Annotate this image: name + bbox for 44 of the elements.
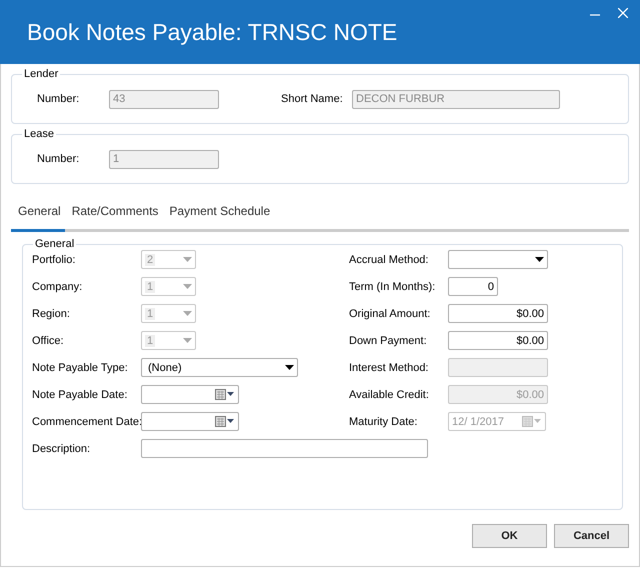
tab[interactable]: Rate/Comments <box>64 202 162 232</box>
tab[interactable]: Payment Schedule <box>162 202 274 232</box>
date-picker[interactable] <box>141 385 239 404</box>
field-label: Note Payable Date: <box>32 388 128 400</box>
caret-icon <box>535 257 544 262</box>
field-label: Description: <box>32 442 92 454</box>
field-label: Number: <box>37 93 80 105</box>
field-label: Available Credit: <box>349 388 430 400</box>
dropdown[interactable]: (None) <box>141 358 298 377</box>
group-title: Lender <box>22 68 60 80</box>
calendar-icon <box>522 416 542 427</box>
field-label: Maturity Date: <box>349 416 418 428</box>
group-title: Lease <box>22 128 56 140</box>
field-label: Note Payable Type: <box>32 362 129 374</box>
calendar-icon <box>215 389 235 400</box>
window-title: Book Notes Payable: TRNSC NOTE <box>27 18 398 46</box>
tab[interactable]: General <box>11 202 65 232</box>
date-picker[interactable] <box>141 412 239 431</box>
caret-icon <box>183 257 192 262</box>
field-label: Portfolio: <box>32 254 76 266</box>
field-label: Commencement Date: <box>32 416 141 428</box>
calendar-icon <box>215 416 235 427</box>
field-label: Region: <box>32 308 71 320</box>
input-field[interactable]: 0 <box>448 277 498 296</box>
input-field[interactable]: $0.00 <box>448 304 548 323</box>
field-label: Company: <box>32 280 84 292</box>
field-label: Office: <box>32 334 65 346</box>
caret-icon <box>183 284 192 289</box>
input-field[interactable]: $0.00 <box>448 331 548 350</box>
field-label: Down Payment: <box>349 334 428 346</box>
caret-icon <box>183 311 192 316</box>
ok-button[interactable]: OK <box>472 524 547 548</box>
field-label: Original Amount: <box>349 308 432 320</box>
caret-icon <box>285 365 294 370</box>
field-label: Number: <box>37 153 80 165</box>
caret-icon <box>183 338 192 343</box>
field-label: Interest Method: <box>349 362 430 374</box>
field-label: Short Name: <box>281 93 344 105</box>
field-label: Term (In Months): <box>349 280 436 292</box>
group-title: General <box>33 238 76 250</box>
field-label: Accrual Method: <box>349 254 430 266</box>
input-field[interactable] <box>141 439 428 458</box>
cancel-button[interactable]: Cancel <box>554 524 629 548</box>
close-icon[interactable] <box>618 8 628 18</box>
